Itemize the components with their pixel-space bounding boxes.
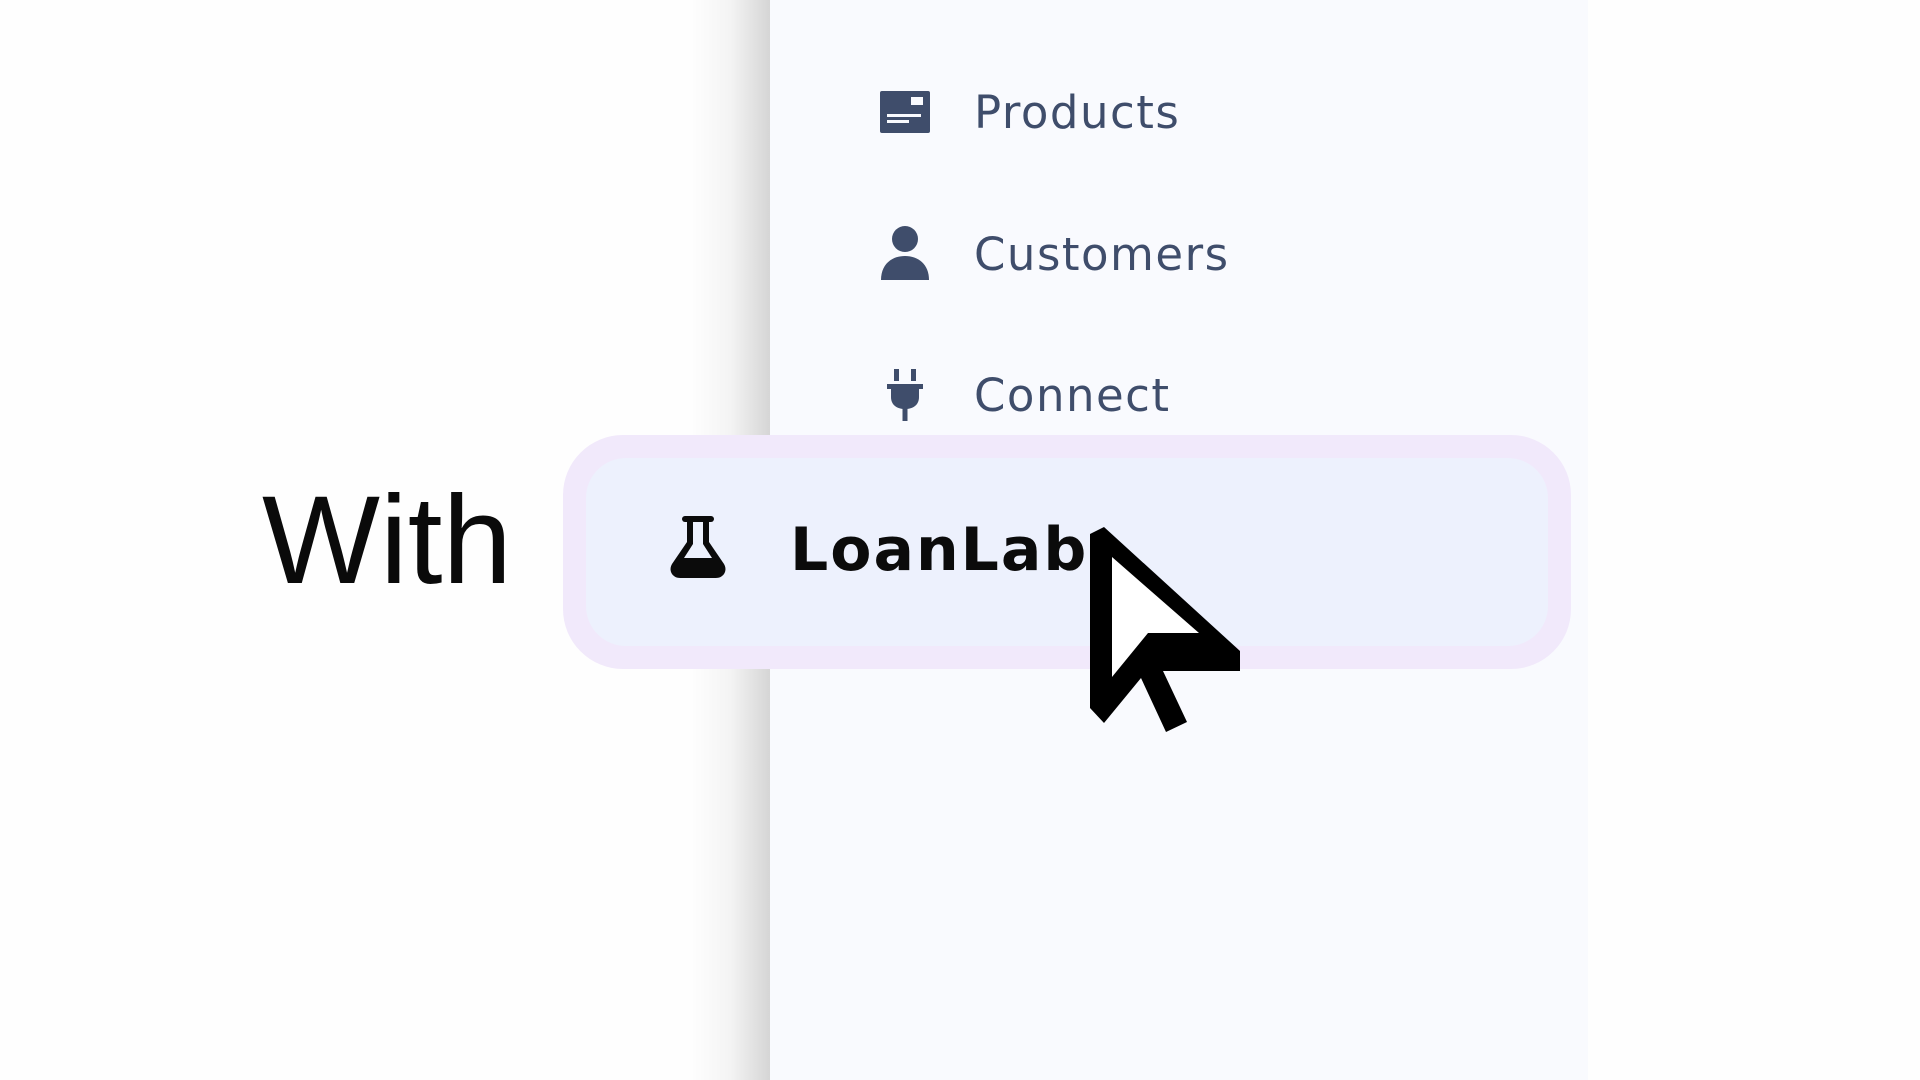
flask-icon	[668, 515, 728, 585]
sidebar-item-label: Connect	[974, 368, 1171, 422]
sidebar-item-label: LoanLab	[790, 515, 1089, 585]
caption-text: With	[262, 471, 512, 610]
stage: Products Customers Connect LoanLab With	[0, 0, 1920, 1080]
sidebar-item-customers[interactable]: Customers	[880, 224, 1230, 284]
sidebar-item-connect[interactable]: Connect	[880, 365, 1171, 425]
product-card-icon	[880, 87, 930, 137]
sidebar-item-label: Products	[974, 85, 1181, 139]
person-icon	[880, 226, 930, 280]
plug-icon	[880, 369, 930, 421]
arrow-cursor-icon	[1086, 520, 1246, 740]
sidebar-item-products[interactable]: Products	[880, 82, 1180, 142]
sidebar-item-loanlab[interactable]: LoanLab	[668, 515, 1088, 585]
sidebar-item-label: Customers	[974, 227, 1230, 281]
